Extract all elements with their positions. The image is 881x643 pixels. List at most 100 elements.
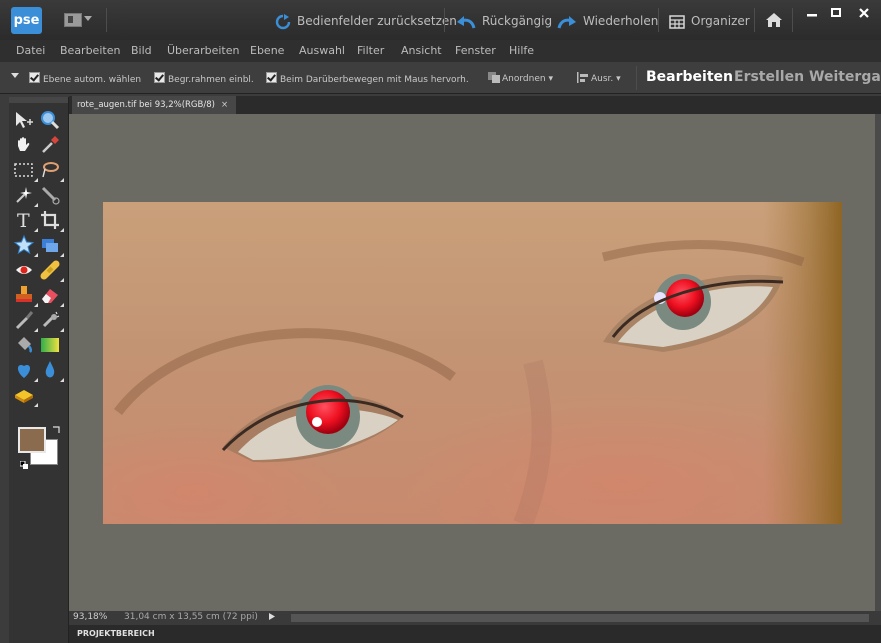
brush-tool[interactable] <box>13 309 38 332</box>
highlight-hover-checkbox[interactable]: Beim Darüberbewegen mit Maus hervorh. <box>266 72 469 85</box>
menu-filter[interactable]: Filter <box>357 44 384 57</box>
auto-select-layer-label: Ebene autom. wählen <box>43 75 142 85</box>
healing-brush-icon <box>40 260 60 280</box>
redo-label: Wiederholen <box>583 14 659 28</box>
organizer-button[interactable]: Organizer <box>669 12 750 30</box>
reset-icon <box>275 13 291 29</box>
smart-brush-tool[interactable] <box>39 309 64 332</box>
magic-wand-icon <box>16 187 32 203</box>
maximize-button[interactable] <box>823 6 849 24</box>
lasso-tool[interactable] <box>39 159 64 182</box>
status-menu-arrow[interactable] <box>267 612 277 624</box>
app-logo: pse <box>11 7 42 34</box>
eyedropper-tool[interactable] <box>39 134 61 156</box>
gradient-icon <box>41 338 59 352</box>
swap-arrows-icon <box>53 426 60 433</box>
undo-button[interactable]: Rückgängig <box>456 12 552 30</box>
crop-icon <box>41 211 59 229</box>
tab-create[interactable]: Erstellen <box>734 62 804 93</box>
menu-ebene[interactable]: Ebene <box>250 44 284 57</box>
organizer-label: Organizer <box>691 14 750 28</box>
menu-datei[interactable]: Datei <box>16 44 45 57</box>
document-tab[interactable]: rote_augen.tif bei 93,2%(RGB/8) × <box>72 96 237 114</box>
options-menu-arrow[interactable] <box>11 72 19 82</box>
healing-brush-tool[interactable] <box>39 259 64 282</box>
red-eye-icon <box>16 266 32 274</box>
straighten-tool[interactable] <box>39 234 64 257</box>
align-icon <box>577 72 588 83</box>
horizontal-scrollbar[interactable] <box>291 614 869 622</box>
red-eye-tool[interactable] <box>13 259 35 281</box>
undo-label: Rückgängig <box>482 14 553 28</box>
move-tool[interactable] <box>13 109 35 131</box>
project-bin-bar[interactable]: PROJEKTBEREICH <box>69 625 881 643</box>
undo-icon <box>457 15 476 28</box>
zoom-icon <box>41 111 60 130</box>
document-size: 31,04 cm x 13,55 cm (72 ppi) <box>124 612 258 622</box>
sharpen-icon <box>45 361 55 378</box>
type-tool[interactable]: T <box>13 209 38 232</box>
menu-fenster[interactable]: Fenster <box>455 44 496 57</box>
toolbox: T <box>9 97 69 643</box>
arrange-dropdown[interactable]: Anordnen ▾ <box>488 72 553 84</box>
align-label: Ausr. <box>591 74 614 84</box>
straighten-icon <box>42 239 58 252</box>
hand-tool[interactable] <box>13 134 35 156</box>
eraser-icon <box>42 289 58 303</box>
organizer-icon <box>669 14 685 29</box>
lasso-icon <box>42 162 59 178</box>
tab-share[interactable]: Weitergabe <box>809 62 881 93</box>
show-bounding-box-label: Begr.rahmen einbl. <box>168 75 254 85</box>
zoom-tool[interactable] <box>39 109 61 131</box>
project-bin-label: PROJEKTBEREICH <box>77 629 155 638</box>
redo-button[interactable]: Wiederholen <box>557 12 658 30</box>
paint-bucket-tool[interactable] <box>13 334 35 356</box>
tab-edit[interactable]: Bearbeiten <box>646 62 733 93</box>
sponge-icon <box>15 390 33 403</box>
red-eye-photo <box>103 202 842 524</box>
home-icon <box>766 13 782 27</box>
marquee-tool[interactable] <box>13 159 38 182</box>
quick-selection-icon <box>41 186 60 205</box>
maximize-icon <box>831 8 841 17</box>
canvas-area[interactable] <box>69 114 875 611</box>
reset-panels-button[interactable]: Bedienfelder zurücksetzen <box>275 12 457 30</box>
toolbox-header <box>9 97 68 103</box>
sponge-tool[interactable] <box>13 384 38 407</box>
swap-colors-button[interactable] <box>51 425 61 438</box>
close-button[interactable] <box>851 6 877 24</box>
align-dropdown[interactable]: Ausr. ▾ <box>577 72 621 84</box>
view-mode-dropdown[interactable] <box>64 12 98 28</box>
blur-tool[interactable] <box>13 359 38 382</box>
custom-shape-tool[interactable] <box>13 234 38 257</box>
close-icon <box>859 8 869 18</box>
clone-stamp-tool[interactable] <box>13 284 38 307</box>
status-bar: 93,18% 31,04 cm x 13,55 cm (72 ppi) <box>69 611 881 625</box>
title-bar: pse Bedienfelder zurücksetzen Rückgängig… <box>0 0 881 41</box>
crop-tool[interactable] <box>39 209 64 232</box>
quick-selection-tool[interactable] <box>39 184 61 206</box>
marquee-icon <box>14 163 33 177</box>
menu-ansicht[interactable]: Ansicht <box>401 44 442 57</box>
minimize-button[interactable] <box>799 6 825 24</box>
clone-stamp-icon <box>16 286 32 302</box>
smart-brush-icon <box>42 311 60 328</box>
default-colors-button[interactable] <box>19 454 28 473</box>
foreground-color-swatch-front[interactable] <box>18 427 46 453</box>
zoom-level[interactable]: 93,18% <box>73 612 107 622</box>
magic-wand-tool[interactable] <box>13 184 38 207</box>
show-bounding-box-checkbox[interactable]: Begr.rahmen einbl. <box>154 72 254 85</box>
home-button[interactable] <box>765 12 783 30</box>
document-tab-title: rote_augen.tif bei 93,2%(RGB/8) <box>77 100 215 110</box>
menu-bild[interactable]: Bild <box>131 44 152 57</box>
menu-ueberarbeiten[interactable]: Überarbeiten <box>167 44 239 57</box>
menu-bearbeiten[interactable]: Bearbeiten <box>60 44 120 57</box>
close-tab-icon[interactable]: × <box>221 100 228 110</box>
vertical-scrollbar[interactable] <box>875 114 881 611</box>
sharpen-tool[interactable] <box>39 359 64 382</box>
gradient-tool[interactable] <box>39 334 61 356</box>
menu-auswahl[interactable]: Auswahl <box>299 44 345 57</box>
auto-select-layer-checkbox[interactable]: Ebene autom. wählen <box>29 72 141 85</box>
menu-hilfe[interactable]: Hilfe <box>509 44 534 57</box>
eraser-tool[interactable] <box>39 284 64 307</box>
